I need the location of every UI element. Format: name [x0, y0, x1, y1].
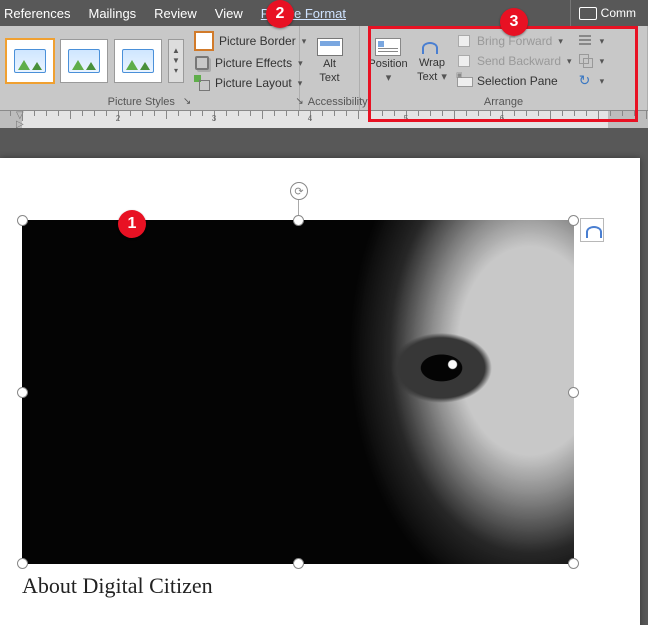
ruler-label: 6 — [500, 114, 504, 123]
group-picture-styles: ▲▼▾ Picture Border▾ Picture Effects▾ Pic… — [0, 26, 300, 110]
heading-text[interactable]: About Digital Citizen — [22, 573, 213, 599]
group-arrange: Position ▾ Wrap Text ▾ Bring Forward▾ Se… — [360, 26, 648, 110]
style-thumb-3[interactable] — [114, 39, 162, 83]
document-area[interactable]: ⟳ About Digital Citizen — [0, 128, 648, 625]
group-label: Arrange — [484, 95, 523, 109]
resize-handle-t[interactable] — [293, 215, 304, 226]
resize-handle-tr[interactable] — [568, 215, 579, 226]
tab-view[interactable]: View — [215, 6, 243, 21]
rotate-handle[interactable]: ⟳ — [290, 182, 308, 200]
position-icon — [375, 38, 401, 56]
tab-review[interactable]: Review — [154, 6, 197, 21]
bring-forward-icon — [456, 33, 472, 49]
chevron-down-icon: ▾ — [386, 72, 392, 84]
picture-layout-button[interactable]: Picture Layout▾ — [194, 75, 306, 91]
wrap-text-button[interactable]: Wrap Text ▾ — [410, 31, 454, 91]
style-thumb-2[interactable] — [60, 39, 108, 83]
group-accessibility: Alt Text ↘Accessibility — [300, 26, 360, 110]
picture-icon — [68, 49, 100, 73]
chevron-down-icon: ▾ — [600, 56, 605, 67]
ruler-label: 3 — [212, 114, 216, 123]
resize-handle-tl[interactable] — [17, 215, 28, 226]
group-objects-button[interactable]: ▾ — [578, 53, 605, 69]
callout-3: 3 — [500, 8, 528, 36]
resize-handle-br[interactable] — [568, 558, 579, 569]
alt-text-icon — [317, 38, 343, 56]
align-button[interactable]: ▾ — [578, 33, 605, 49]
comments-label: Comm — [601, 6, 636, 20]
dialog-launcher-icon[interactable]: ↘ — [295, 95, 303, 109]
style-thumb-1[interactable] — [6, 39, 54, 83]
chevron-down-icon: ▾ — [600, 76, 605, 87]
ribbon: ▲▼▾ Picture Border▾ Picture Effects▾ Pic… — [0, 26, 648, 111]
picture-border-button[interactable]: Picture Border▾ — [194, 31, 306, 51]
selected-picture[interactable]: ⟳ — [22, 220, 574, 564]
chevron-down-icon: ▾ — [558, 36, 563, 47]
picture-icon — [14, 49, 46, 73]
selection-pane-icon — [456, 73, 472, 89]
border-icon — [194, 31, 214, 51]
tab-mailings[interactable]: Mailings — [88, 6, 136, 21]
group-label: Picture Styles — [108, 95, 175, 109]
comments-button[interactable]: Comm — [570, 0, 644, 26]
rotate-button[interactable]: ▾ — [578, 73, 605, 89]
send-backward-icon — [456, 53, 472, 69]
align-icon — [578, 33, 594, 49]
resize-handle-b[interactable] — [293, 558, 304, 569]
resize-handle-bl[interactable] — [17, 558, 28, 569]
group-label: Accessibility — [308, 95, 368, 109]
wrap-text-icon — [420, 39, 444, 55]
chevron-down-icon: ▾ — [600, 36, 605, 47]
style-gallery-more[interactable]: ▲▼▾ — [168, 39, 184, 83]
resize-handle-r[interactable] — [568, 387, 579, 398]
layout-icon — [194, 75, 210, 91]
layout-options-popup[interactable] — [580, 218, 604, 242]
ruler-label: 2 — [116, 114, 120, 123]
ribbon-tabstrip: References Mailings Review View Picture … — [0, 0, 648, 26]
selection-pane-button[interactable]: Selection Pane — [456, 73, 572, 89]
comment-icon — [579, 7, 597, 20]
photo-face — [22, 220, 574, 564]
position-button[interactable]: Position ▾ — [366, 31, 410, 91]
send-backward-button[interactable]: Send Backward▾ — [456, 53, 572, 69]
callout-1: 1 — [118, 210, 146, 238]
picture-icon — [122, 49, 154, 73]
page: ⟳ About Digital Citizen — [0, 158, 640, 625]
group-icon — [578, 53, 594, 69]
ruler-label: 4 — [308, 114, 312, 123]
dialog-launcher-icon[interactable]: ↘ — [183, 95, 191, 109]
tab-references[interactable]: References — [4, 6, 70, 21]
resize-handle-l[interactable] — [17, 387, 28, 398]
chevron-down-icon: ▾ — [441, 71, 447, 83]
ruler-label: 5 — [404, 114, 408, 123]
chevron-down-icon: ▾ — [567, 56, 572, 67]
callout-2: 2 — [266, 0, 294, 28]
wrap-text-icon — [584, 223, 600, 237]
picture-effects-button[interactable]: Picture Effects▾ — [194, 55, 306, 71]
rotate-icon — [578, 73, 594, 89]
style-gallery: ▲▼▾ — [6, 39, 184, 83]
alt-text-button[interactable]: Alt Text — [308, 31, 352, 91]
effects-icon — [194, 55, 210, 71]
